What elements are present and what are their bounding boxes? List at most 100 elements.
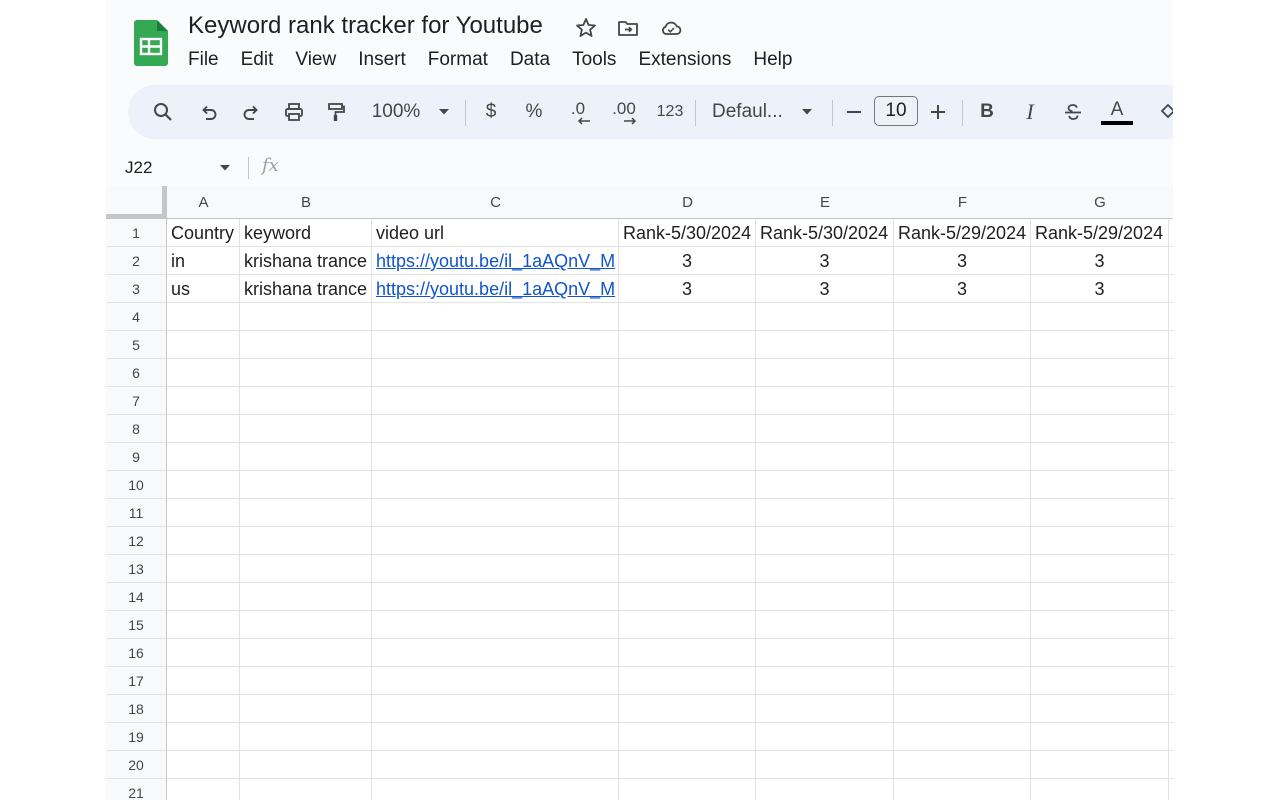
cell-b8[interactable] <box>240 415 372 443</box>
cell-b16[interactable] <box>240 639 372 667</box>
cell-d4[interactable] <box>619 303 756 331</box>
row-header-19[interactable]: 19 <box>106 723 167 751</box>
cell-d16[interactable] <box>619 639 756 667</box>
cell-f4[interactable] <box>894 303 1031 331</box>
cell-f12[interactable] <box>894 527 1031 555</box>
cell-h1[interactable] <box>1169 219 1173 247</box>
bold-button[interactable]: B <box>976 85 998 139</box>
cell-f9[interactable] <box>894 443 1031 471</box>
cell-b2[interactable]: krishana trance <box>240 247 372 275</box>
cell-d5[interactable] <box>619 331 756 359</box>
cell-g14[interactable] <box>1031 583 1169 611</box>
cell-e3[interactable]: 3 <box>756 275 894 303</box>
cell-b13[interactable] <box>240 555 372 583</box>
cell-f7[interactable] <box>894 387 1031 415</box>
cell-c10[interactable] <box>372 471 619 499</box>
sheets-logo-icon[interactable] <box>134 20 168 66</box>
cell-a17[interactable] <box>167 667 240 695</box>
cell-g12[interactable] <box>1031 527 1169 555</box>
cell-d9[interactable] <box>619 443 756 471</box>
cell-c4[interactable] <box>372 303 619 331</box>
cell-h2[interactable] <box>1169 247 1173 275</box>
cell-g2[interactable]: 3 <box>1031 247 1169 275</box>
cell-d2[interactable]: 3 <box>619 247 756 275</box>
cell-a7[interactable] <box>167 387 240 415</box>
zoom-select[interactable]: 100% <box>366 85 456 139</box>
star-icon[interactable] <box>574 16 598 40</box>
row-header-16[interactable]: 16 <box>106 639 167 667</box>
cell-b5[interactable] <box>240 331 372 359</box>
cell-f2[interactable]: 3 <box>894 247 1031 275</box>
increase-font-size-button[interactable] <box>926 85 950 139</box>
cell-g1[interactable]: Rank-5/29/2024 <box>1031 219 1169 247</box>
menu-view[interactable]: View <box>287 46 344 74</box>
cell-a16[interactable] <box>167 639 240 667</box>
cell-h10[interactable] <box>1169 471 1173 499</box>
cell-h18[interactable] <box>1169 695 1173 723</box>
cell-f1[interactable]: Rank-5/29/2024 <box>894 219 1031 247</box>
cell-a21[interactable] <box>167 779 240 800</box>
column-header-a[interactable]: A <box>167 186 241 219</box>
cell-b19[interactable] <box>240 723 372 751</box>
cell-h19[interactable] <box>1169 723 1173 751</box>
cell-g11[interactable] <box>1031 499 1169 527</box>
cell-f10[interactable] <box>894 471 1031 499</box>
cell-b6[interactable] <box>240 359 372 387</box>
cell-a14[interactable] <box>167 583 240 611</box>
cell-c5[interactable] <box>372 331 619 359</box>
menu-file[interactable]: File <box>180 46 227 74</box>
cell-d11[interactable] <box>619 499 756 527</box>
row-header-15[interactable]: 15 <box>106 611 167 639</box>
cell-c8[interactable] <box>372 415 619 443</box>
cell-d18[interactable] <box>619 695 756 723</box>
cell-e10[interactable] <box>756 471 894 499</box>
cell-g4[interactable] <box>1031 303 1169 331</box>
cell-a3[interactable]: us <box>167 275 240 303</box>
cell-d6[interactable] <box>619 359 756 387</box>
text-color-button[interactable]: A <box>1101 85 1133 139</box>
cell-e13[interactable] <box>756 555 894 583</box>
cell-g19[interactable] <box>1031 723 1169 751</box>
cell-e12[interactable] <box>756 527 894 555</box>
cell-c1[interactable]: video url <box>372 219 619 247</box>
cell-f20[interactable] <box>894 751 1031 779</box>
cell-g18[interactable] <box>1031 695 1169 723</box>
cell-g7[interactable] <box>1031 387 1169 415</box>
cell-d14[interactable] <box>619 583 756 611</box>
row-header-11[interactable]: 11 <box>106 499 167 527</box>
italic-button[interactable]: I <box>1019 85 1041 139</box>
cell-e16[interactable] <box>756 639 894 667</box>
cell-e5[interactable] <box>756 331 894 359</box>
cell-d1[interactable]: Rank-5/30/2024 <box>619 219 756 247</box>
cell-c19[interactable] <box>372 723 619 751</box>
cell-d17[interactable] <box>619 667 756 695</box>
search-menus-button[interactable] <box>150 85 176 139</box>
undo-button[interactable] <box>196 85 222 139</box>
row-header-20[interactable]: 20 <box>106 751 167 779</box>
column-header-e[interactable]: E <box>756 186 895 219</box>
cell-e4[interactable] <box>756 303 894 331</box>
cell-a2[interactable]: in <box>167 247 240 275</box>
row-header-18[interactable]: 18 <box>106 695 167 723</box>
cell-a8[interactable] <box>167 415 240 443</box>
cell-g17[interactable] <box>1031 667 1169 695</box>
cell-e7[interactable] <box>756 387 894 415</box>
row-header-1[interactable]: 1 <box>106 219 167 247</box>
cell-c9[interactable] <box>372 443 619 471</box>
cell-a13[interactable] <box>167 555 240 583</box>
cell-e21[interactable] <box>756 779 894 800</box>
cell-b14[interactable] <box>240 583 372 611</box>
cell-g9[interactable] <box>1031 443 1169 471</box>
cell-h6[interactable] <box>1169 359 1173 387</box>
cell-a20[interactable] <box>167 751 240 779</box>
cell-a19[interactable] <box>167 723 240 751</box>
cell-c3[interactable]: https://youtu.be/il_1aAQnV_M <box>372 275 619 303</box>
cell-a4[interactable] <box>167 303 240 331</box>
cell-f19[interactable] <box>894 723 1031 751</box>
cell-g15[interactable] <box>1031 611 1169 639</box>
cell-d15[interactable] <box>619 611 756 639</box>
cell-b21[interactable] <box>240 779 372 800</box>
cell-g20[interactable] <box>1031 751 1169 779</box>
cell-d21[interactable] <box>619 779 756 800</box>
cell-e19[interactable] <box>756 723 894 751</box>
